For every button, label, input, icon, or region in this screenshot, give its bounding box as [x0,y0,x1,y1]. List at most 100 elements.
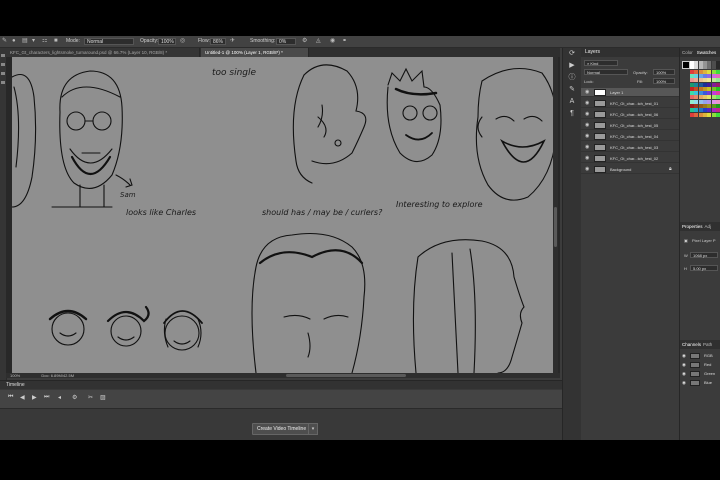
vertical-scrollbar[interactable] [553,57,558,373]
height-input[interactable]: 5.00 px [690,265,718,271]
visibility-eye-icon[interactable]: ◉ [585,132,589,141]
swatch-grid[interactable] [680,48,720,178]
lock-icon[interactable]: 🔒︎ [669,165,672,174]
tool-icon[interactable] [1,72,5,75]
tool-icon[interactable] [1,81,5,84]
layer-opacity-input[interactable]: 100% [653,69,675,75]
brush-size-icon[interactable]: ● [12,37,16,45]
layer-thumbnail [594,155,606,162]
flow-input[interactable]: 86% [210,38,226,45]
play-icon[interactable]: ▶ [32,394,37,401]
brush-panel-icon[interactable]: ⚏ [42,37,47,45]
layer-name: KFC_Gt_char...tch_test_05 [610,123,659,128]
tab-channels[interactable]: Channels [680,342,703,347]
blend-mode-select[interactable]: Normal [584,69,628,75]
channel-row[interactable]: ◉ Green [680,370,720,378]
channel-name: Blue [704,380,713,385]
channel-row[interactable]: ◉ Blue [680,379,720,387]
layer-thumbnail [594,100,606,107]
color-swatch[interactable] [715,112,720,117]
timeline-dropdown[interactable]: ▾ [308,423,318,435]
channel-name: Red [704,362,712,367]
options-bar: ✎ ● ▤ ▾ ⚏ ■ Mode: Normal Opacity: 100% ◎… [0,36,720,48]
settings-icon[interactable]: ⚙ [72,394,77,401]
width-input[interactable]: 1068 px [690,252,718,258]
tab-character-turnaround[interactable]: KFC_Gt_characters_lightsmoke_turnaround.… [6,48,200,57]
layers-title[interactable]: Layers [581,48,679,57]
channel-row[interactable]: ◉ Red [680,361,720,369]
tab-paths[interactable]: Path [703,342,712,347]
visibility-eye-icon[interactable]: ◉ [585,165,589,174]
smoothing-input[interactable]: 0% [276,38,296,45]
tool-icon[interactable] [1,63,5,66]
layer-row[interactable]: ◉ KFC_Gt_char...tch_test_04 [581,132,679,141]
info-icon[interactable]: ⓘ [563,72,581,84]
visibility-eye-icon[interactable]: ◉ [585,88,589,97]
visibility-eye-icon[interactable]: ◉ [585,121,589,130]
visibility-eye-icon[interactable]: ◉ [682,361,686,369]
mode-select[interactable]: Normal [84,38,134,45]
canvas-area[interactable]: too single Sam looks like Charles should… [6,57,560,373]
layer-thumbnail [594,166,606,173]
zoom-level[interactable]: 100% [10,373,20,378]
symmetry-icon[interactable]: ⚭ [342,37,347,45]
visibility-eye-icon[interactable]: ◉ [585,154,589,163]
prev-frame-icon[interactable]: ◀ [20,394,25,401]
drawing-canvas[interactable]: too single Sam looks like Charles should… [12,57,557,373]
visibility-eye-icon[interactable]: ◉ [682,370,686,378]
first-frame-icon[interactable]: ⏮ [8,394,13,401]
brush-panel-icon[interactable]: ✎ [563,84,581,96]
character-icon[interactable]: A [563,96,581,108]
next-frame-icon[interactable]: ⏭ [44,394,49,401]
create-video-timeline-button[interactable]: Create Video Timeline [252,423,312,435]
smoothing-gear-icon[interactable]: ⚙ [302,37,307,45]
paragraph-icon[interactable]: ¶ [563,108,581,120]
tab-properties[interactable]: Properties [680,224,705,229]
channel-thumbnail [690,362,700,368]
pressure-size-icon[interactable]: ◉ [330,37,335,45]
fill-label: Fill: [637,79,644,84]
history-icon[interactable]: ⟳ [563,48,581,60]
fill-input[interactable]: 100% [653,78,675,84]
brush-preset-icon[interactable]: ▾ [32,37,35,45]
layer-thumbnail [594,144,606,151]
pressure-opacity-icon[interactable]: ◎ [180,37,185,45]
layer-row[interactable]: ◉ KFC_Gt_char...tch_test_05 [581,121,679,130]
layer-name: KFC_Gt_char...tch_test_03 [610,145,659,150]
brush-settings-icon[interactable]: ▤ [22,37,28,45]
layer-row[interactable]: ◉ KFC_Gt_char...tch_test_06 [581,110,679,119]
layer-thumbnail [594,111,606,118]
visibility-eye-icon[interactable]: ◉ [585,110,589,119]
transition-icon[interactable]: ▨ [100,394,106,401]
layer-filter-kind[interactable]: ⌕ Kind [584,60,618,66]
audio-icon[interactable]: ◂ [58,394,61,401]
doc-size: Doc: 6.89M/42.5M [41,373,75,378]
angle-icon[interactable]: ◬ [316,37,321,45]
visibility-eye-icon[interactable]: ◉ [585,143,589,152]
channel-row[interactable]: ◉ RGB [680,352,720,360]
layers-panel: Layers ⌕ Kind Normal Opacity: 100% Lock:… [581,48,679,440]
visibility-eye-icon[interactable]: ◉ [682,352,686,360]
split-icon[interactable]: ✂ [88,394,93,401]
right-panels: Color Swatches Properties Adj ▣ Pixel Laye… [679,48,720,440]
horizontal-scrollbar[interactable] [6,373,560,378]
layer-row[interactable]: ◉ Layer 1 [581,88,679,97]
properties-type: Pixel Layer P [692,238,716,243]
layer-row[interactable]: ◉ KFC_Gt_char...tch_test_03 [581,143,679,152]
airbrush-icon[interactable]: ✈ [230,37,235,45]
brush-tool-icon[interactable]: ✎ [2,37,7,45]
layer-row[interactable]: ◉ KFC_Gt_char...tch_test_01 [581,99,679,108]
tool-icon[interactable] [1,54,5,57]
tab-adjustments[interactable]: Adj [705,224,712,229]
properties-tabs: Properties Adj [680,222,720,231]
visibility-eye-icon[interactable]: ◉ [682,379,686,387]
toggle-brush-icon[interactable]: ■ [54,37,58,45]
actions-icon[interactable]: ▶ [563,60,581,72]
layer-row[interactable]: ◉ Background 🔒︎ [581,165,679,174]
layer-name: Background [610,167,632,172]
visibility-eye-icon[interactable]: ◉ [585,99,589,108]
layer-row[interactable]: ◉ KFC_Gt_char...tch_test_02 [581,154,679,163]
channel-name: Green [704,371,716,376]
opacity-input[interactable]: 100% [158,38,176,45]
tab-untitled-1[interactable]: Untitled-1 @ 100% (Layer 1, RGB/8*) * [201,48,309,57]
